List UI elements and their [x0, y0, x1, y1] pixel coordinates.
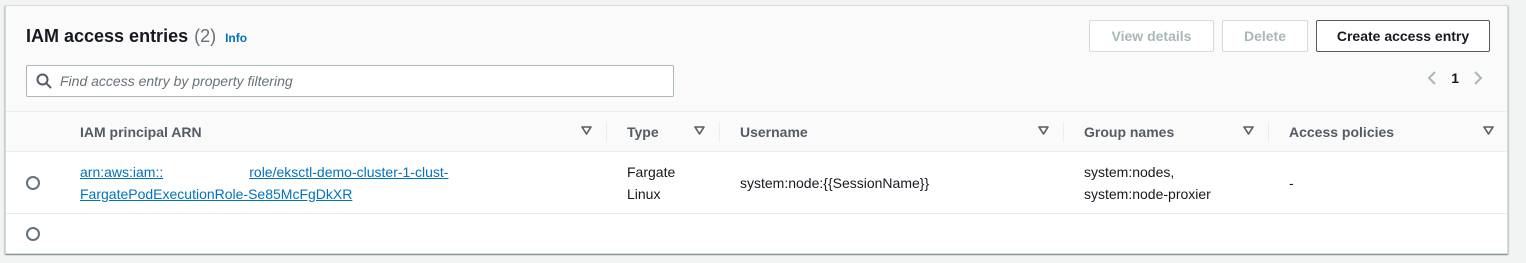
column-header-group-names[interactable]: Group names: [1084, 112, 1174, 152]
iam-access-entries-panel: IAM access entries (2) Info View details…: [5, 5, 1508, 254]
column-header-username[interactable]: Username: [740, 112, 808, 152]
search-input[interactable]: [60, 73, 650, 89]
sort-caret-icon[interactable]: [1483, 126, 1494, 136]
arn-link-line-2[interactable]: FargatePodExecutionRole-Se85McFgDkXR: [80, 183, 600, 205]
sort-caret-icon[interactable]: [1243, 126, 1254, 136]
search-icon: [36, 73, 52, 89]
column-header-access-policies[interactable]: Access policies: [1289, 112, 1394, 152]
panel-title: IAM access entries: [26, 26, 189, 46]
create-access-entry-button[interactable]: Create access entry: [1316, 20, 1490, 52]
arn-link-role[interactable]: role/eksctl-demo-cluster-1-clust-: [249, 164, 448, 180]
title-group: IAM access entries (2) Info: [26, 26, 247, 47]
type-line-1: Fargate: [627, 164, 676, 180]
type-cell: Fargate Linux: [627, 161, 675, 205]
access-policies-cell: -: [1289, 175, 1294, 191]
table-row: arn:aws:iam:: role/eksctl-demo-cluster-1-…: [6, 152, 1507, 214]
column-divider[interactable]: [1063, 122, 1064, 142]
row-select-radio[interactable]: [26, 176, 40, 190]
username-cell: system:node:{{SessionName}}: [740, 175, 930, 191]
pagination: 1: [1427, 70, 1483, 86]
entry-count: (2): [194, 26, 217, 46]
search-box[interactable]: [26, 65, 674, 97]
group-name-1: system:nodes,: [1084, 164, 1175, 180]
chevron-right-icon[interactable]: [1473, 71, 1483, 85]
type-line-2: Linux: [627, 186, 661, 202]
sort-caret-icon[interactable]: [694, 126, 705, 136]
arn-line-1: arn:aws:iam:: role/eksctl-demo-cluster-1-…: [80, 161, 600, 183]
group-name-2: system:node-proxier: [1084, 186, 1211, 202]
view-details-button[interactable]: View details: [1089, 20, 1214, 52]
table-row: [6, 214, 1507, 255]
column-divider[interactable]: [606, 122, 607, 142]
table-header: IAM principal ARN Type Username Group na…: [6, 112, 1507, 152]
chevron-left-icon[interactable]: [1427, 71, 1437, 85]
current-page[interactable]: 1: [1451, 70, 1459, 86]
delete-button[interactable]: Delete: [1222, 20, 1308, 52]
sort-caret-icon[interactable]: [581, 126, 592, 136]
column-header-arn[interactable]: IAM principal ARN: [80, 112, 202, 152]
panel-header: IAM access entries (2) Info View details…: [6, 6, 1507, 112]
column-header-type[interactable]: Type: [627, 112, 659, 152]
info-link[interactable]: Info: [225, 31, 247, 45]
arn-link-prefix[interactable]: arn:aws:iam::: [80, 164, 163, 180]
column-divider[interactable]: [719, 122, 720, 142]
column-divider[interactable]: [1268, 122, 1269, 142]
iam-principal-arn-cell: arn:aws:iam:: role/eksctl-demo-cluster-1-…: [80, 161, 600, 205]
sort-caret-icon[interactable]: [1038, 126, 1049, 136]
group-names-cell: system:nodes, system:node-proxier: [1084, 161, 1211, 205]
row-select-radio[interactable]: [26, 227, 40, 241]
